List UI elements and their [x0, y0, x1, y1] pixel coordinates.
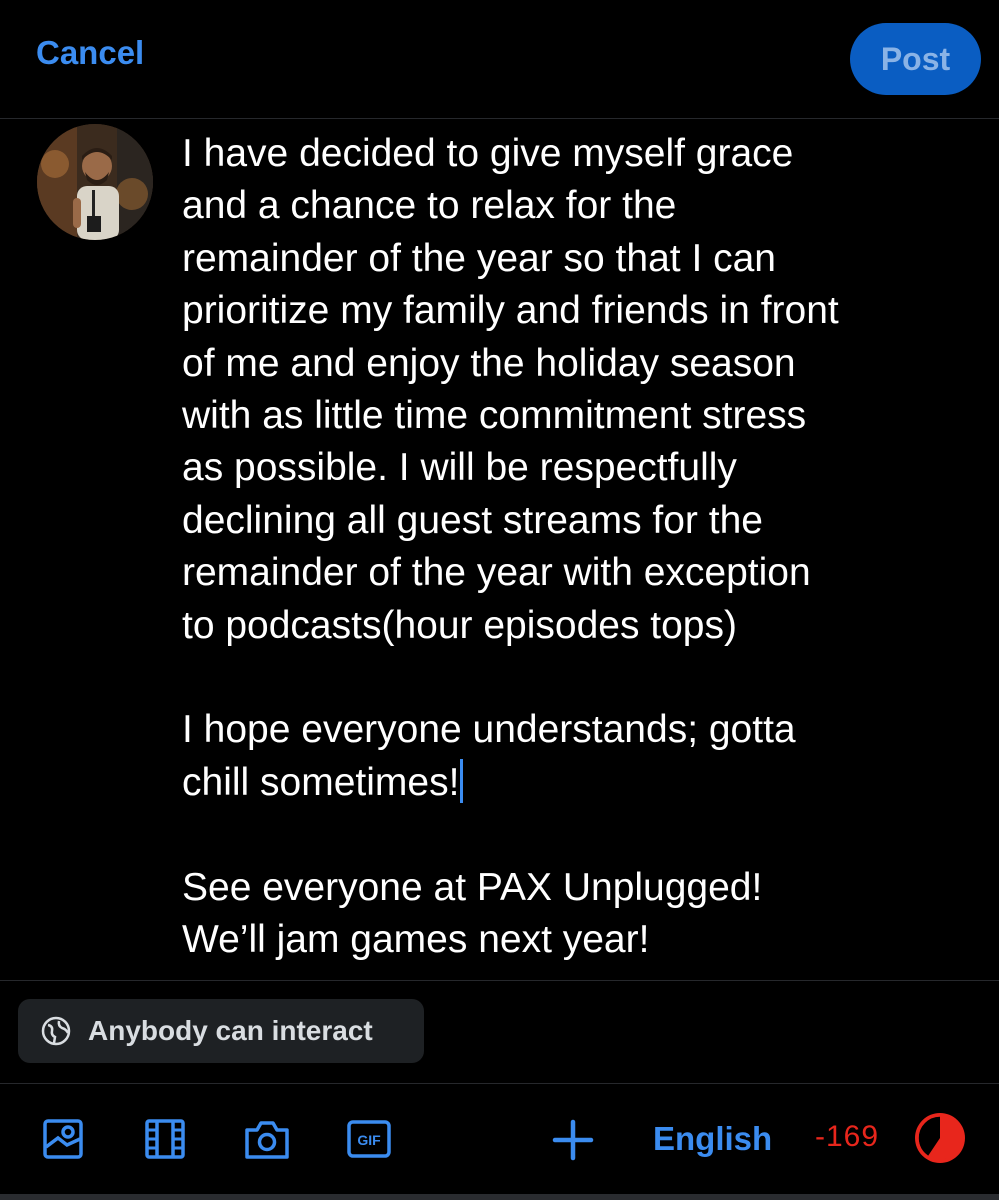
divider-top — [0, 980, 999, 981]
compose-header: Cancel Post — [0, 0, 999, 119]
language-selector[interactable]: English — [653, 1120, 772, 1158]
avatar-photo — [37, 124, 153, 240]
gif-icon-label: GIF — [357, 1132, 381, 1148]
post-button[interactable]: Post — [850, 23, 981, 95]
plus-icon[interactable] — [550, 1114, 596, 1164]
character-limit-ring — [914, 1112, 966, 1164]
avatar[interactable] — [37, 124, 153, 240]
globe-icon — [40, 1015, 72, 1047]
gif-icon[interactable]: GIF — [344, 1114, 394, 1164]
compose-text-continued: See everyone at PAX Unplugged! We’ll jam… — [182, 865, 763, 962]
divider-bottom — [0, 1083, 999, 1084]
reply-settings-label: Anybody can interact — [88, 1015, 373, 1046]
film-icon[interactable] — [140, 1114, 190, 1164]
character-count: -169 — [815, 1120, 880, 1153]
home-indicator-bar — [0, 1194, 999, 1200]
image-icon[interactable] — [38, 1114, 88, 1164]
camera-icon[interactable] — [242, 1114, 292, 1164]
compose-text: I have decided to give myself grace and … — [182, 132, 839, 804]
reply-settings-button[interactable]: Anybody can interact — [18, 999, 424, 1063]
cancel-button[interactable]: Cancel — [36, 34, 144, 72]
compose-text-area[interactable]: I have decided to give myself grace and … — [182, 128, 982, 967]
text-cursor — [460, 758, 464, 803]
